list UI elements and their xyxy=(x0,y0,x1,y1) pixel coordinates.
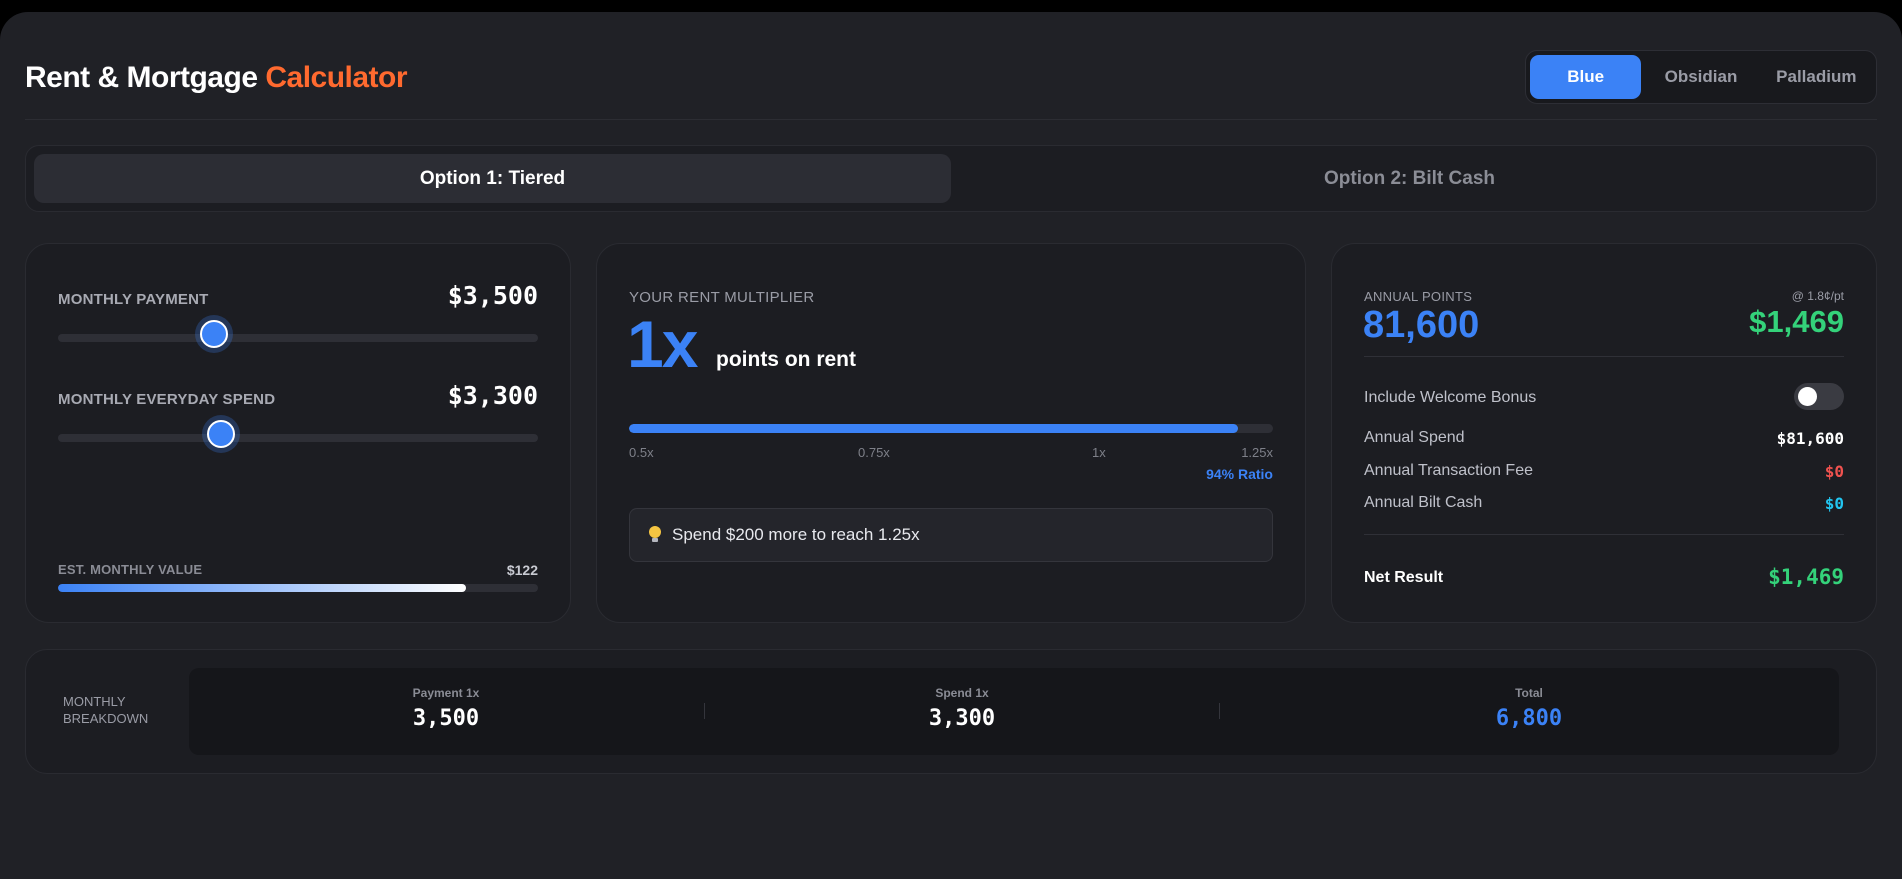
breakdown-values: Payment 1x 3,500 Spend 1x 3,300 Total 6,… xyxy=(189,668,1839,755)
breakdown-spend-label: Spend 1x xyxy=(935,686,989,700)
ratio-ticks: 0.5x 0.75x 1x 1.25x xyxy=(629,445,1273,461)
monthly-spend-track[interactable] xyxy=(58,434,538,442)
point-rate-label: @ 1.8¢/pt xyxy=(1791,289,1844,303)
card-option-palladium[interactable]: Palladium xyxy=(1761,55,1872,99)
net-result-label: Net Result xyxy=(1364,569,1444,586)
divider xyxy=(1364,534,1844,535)
card-option-obsidian[interactable]: Obsidian xyxy=(1645,55,1756,99)
breakdown-total: Total 6,800 xyxy=(1379,668,1679,755)
option-tabs: Option 1: Tiered Option 2: Bilt Cash xyxy=(25,145,1877,212)
breakdown-payment: Payment 1x 3,500 xyxy=(296,668,596,755)
bilt-cash-row: Annual Bilt Cash $0 xyxy=(1364,494,1844,516)
bilt-cash-label: Annual Bilt Cash xyxy=(1364,494,1483,511)
annual-spend-value: $81,600 xyxy=(1776,429,1844,448)
points-panel: ANNUAL POINTS 81,600 @ 1.8¢/pt $1,469 In… xyxy=(1331,243,1877,623)
breakdown-total-label: Total xyxy=(1515,686,1543,700)
monthly-spend-row: MONTHLY EVERYDAY SPEND $3,300 xyxy=(58,379,538,459)
tab-option-tiered[interactable]: Option 1: Tiered xyxy=(34,154,951,203)
net-result-value: $1,469 xyxy=(1768,565,1844,589)
tip-box: Spend $200 more to reach 1.25x xyxy=(629,508,1273,562)
welcome-bonus-toggle[interactable] xyxy=(1794,383,1844,410)
multiplier-label: YOUR RENT MULTIPLIER xyxy=(629,289,815,306)
lightbulb-icon xyxy=(648,526,662,544)
multiplier-value: 1x xyxy=(627,307,698,381)
annual-spend-label: Annual Spend xyxy=(1364,429,1465,446)
monthly-payment-track[interactable] xyxy=(58,334,538,342)
breakdown-spend: Spend 1x 3,300 xyxy=(812,668,1112,755)
inputs-panel: MONTHLY PAYMENT $3,500 MONTHLY EVERYDAY … xyxy=(25,243,571,623)
welcome-bonus-row: Include Welcome Bonus xyxy=(1364,389,1844,411)
transaction-fee-row: Annual Transaction Fee $0 xyxy=(1364,462,1844,484)
header-divider xyxy=(25,119,1877,120)
bilt-cash-value: $0 xyxy=(1824,494,1844,513)
toggle-knob xyxy=(1798,387,1817,406)
annual-spend-row: Annual Spend $81,600 xyxy=(1364,429,1844,451)
breakdown-separator xyxy=(1219,703,1220,719)
breakdown-spend-value: 3,300 xyxy=(928,706,996,731)
transaction-fee-value: $0 xyxy=(1824,462,1844,481)
monthly-breakdown: MONTHLY BREAKDOWN Payment 1x 3,500 Spend… xyxy=(25,649,1877,774)
monthly-spend-label: MONTHLY EVERYDAY SPEND xyxy=(58,391,276,408)
welcome-bonus-label: Include Welcome Bonus xyxy=(1364,389,1537,406)
breakdown-separator xyxy=(704,703,705,719)
tick-label: 1.25x xyxy=(1241,445,1273,460)
points-dollar-value: $1,469 xyxy=(1749,304,1844,339)
ratio-label: 94% Ratio xyxy=(1206,466,1273,482)
transaction-fee-label: Annual Transaction Fee xyxy=(1364,462,1533,479)
est-monthly-value-amount: $122 xyxy=(506,562,538,578)
multiplier-subtitle: points on rent xyxy=(716,348,856,371)
title-main: Rent & Mortgage xyxy=(25,61,258,94)
monthly-payment-value: $3,500 xyxy=(447,281,538,310)
breakdown-total-value: 6,800 xyxy=(1495,706,1563,731)
breakdown-label: MONTHLY BREAKDOWN xyxy=(63,693,163,727)
header: Rent & Mortgage Calculator Blue Obsidian… xyxy=(25,47,1877,119)
tick-label: 0.5x xyxy=(629,445,654,460)
title-accent: Calculator xyxy=(265,61,408,94)
tick-label: 0.75x xyxy=(858,445,890,460)
multiplier-panel: YOUR RENT MULTIPLIER 1x points on rent 0… xyxy=(596,243,1306,623)
divider xyxy=(1364,356,1844,357)
annual-points-value: 81,600 xyxy=(1363,304,1480,346)
monthly-payment-label: MONTHLY PAYMENT xyxy=(58,291,209,308)
monthly-payment-slider-thumb[interactable] xyxy=(200,320,228,348)
tick-label: 1x xyxy=(1092,445,1106,460)
est-monthly-value-label: EST. MONTHLY VALUE xyxy=(58,562,203,577)
est-monthly-value-fill xyxy=(58,584,466,592)
ratio-progress-track xyxy=(629,424,1273,433)
est-monthly-value-bar xyxy=(58,584,538,592)
breakdown-label-line: BREAKDOWN xyxy=(63,711,149,726)
monthly-payment-row: MONTHLY PAYMENT $3,500 xyxy=(58,279,538,359)
card-option-blue[interactable]: Blue xyxy=(1530,55,1642,99)
ratio-progress-fill xyxy=(629,424,1238,433)
tab-option-bilt-cash[interactable]: Option 2: Bilt Cash xyxy=(951,154,1868,203)
monthly-spend-value: $3,300 xyxy=(447,381,538,410)
app-window: Rent & Mortgage Calculator Blue Obsidian… xyxy=(0,12,1902,879)
breakdown-payment-value: 3,500 xyxy=(412,706,480,731)
breakdown-label-line: MONTHLY xyxy=(63,694,126,709)
card-type-switch: Blue Obsidian Palladium xyxy=(1525,50,1877,104)
page-title: Rent & Mortgage Calculator xyxy=(25,61,408,95)
breakdown-payment-label: Payment 1x xyxy=(412,686,480,700)
annual-points-label: ANNUAL POINTS xyxy=(1364,289,1473,304)
monthly-spend-slider-thumb[interactable] xyxy=(206,420,235,448)
tip-text: Spend $200 more to reach 1.25x xyxy=(672,525,920,544)
